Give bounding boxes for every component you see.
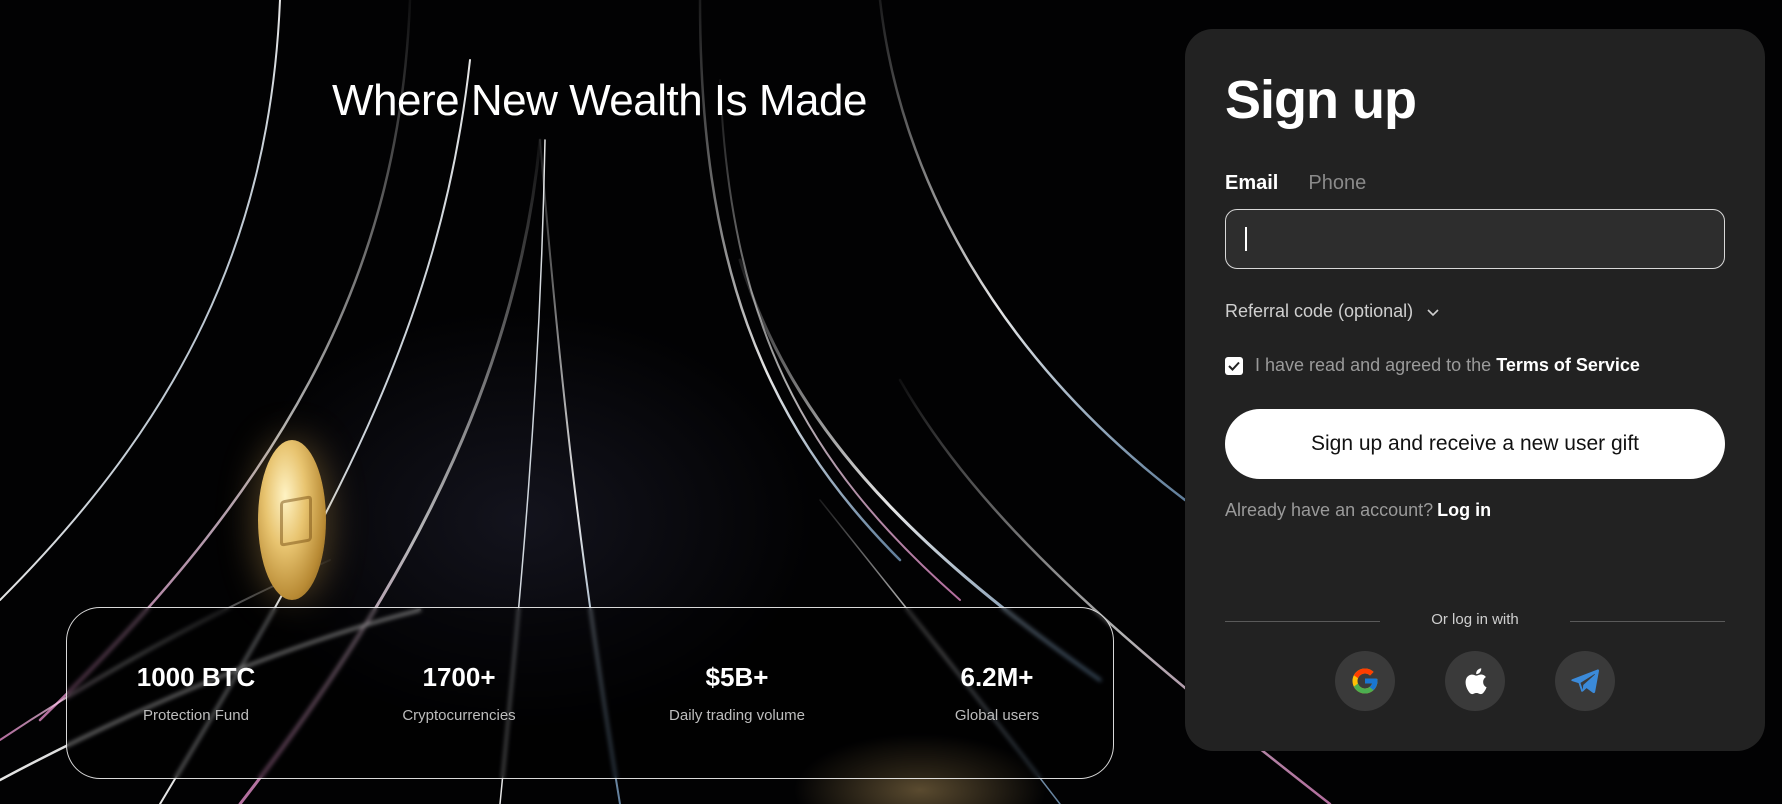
stat-label: Daily trading volume (669, 707, 805, 724)
stat-item: 6.2M+ Global users (897, 662, 1097, 724)
coin-illustration (258, 440, 326, 600)
apple-icon (1465, 668, 1487, 695)
hero-title: Where New Wealth Is Made (332, 76, 867, 125)
login-link[interactable]: Log in (1437, 500, 1491, 520)
text-cursor (1245, 227, 1247, 251)
stat-value: 6.2M+ (960, 662, 1034, 692)
stat-label: Global users (954, 707, 1040, 724)
stat-value: $5B+ (705, 662, 769, 692)
stats-card: 1000 BTC Protection Fund 1700+ Cryptocur… (66, 607, 1114, 779)
google-login-button[interactable] (1335, 651, 1395, 711)
stat-item: $5B+ Daily trading volume (637, 662, 837, 724)
terms-checkbox[interactable] (1225, 356, 1243, 375)
stat-value: 1000 BTC (136, 662, 256, 692)
stat-item: 1000 BTC Protection Fund (96, 662, 296, 724)
terms-agreement: I have read and agreed to the Terms of S… (1225, 355, 1640, 376)
telegram-icon (1571, 669, 1599, 694)
already-account-text: Already have an account? (1225, 500, 1434, 520)
terms-of-service-link[interactable]: Terms of Service (1496, 355, 1640, 375)
referral-code-label: Referral code (optional) (1225, 301, 1414, 321)
referral-code-toggle[interactable]: Referral code (optional) (1225, 301, 1439, 322)
tab-phone[interactable]: Phone (1308, 172, 1366, 195)
tab-email[interactable]: Email (1225, 172, 1278, 195)
email-input[interactable] (1225, 209, 1725, 269)
signup-panel: Sign up Email Phone Referral code (optio… (1185, 29, 1765, 751)
signup-title: Sign up (1225, 70, 1417, 130)
stat-label: Cryptocurrencies (402, 707, 516, 724)
apple-login-button[interactable] (1445, 651, 1505, 711)
agree-text: I have read and agreed to the (1255, 355, 1497, 375)
checkmark-icon (1228, 361, 1240, 371)
divider-right (1570, 621, 1725, 622)
google-icon (1352, 668, 1378, 694)
signup-method-tabs: Email Phone (1225, 172, 1366, 195)
stat-item: 1700+ Cryptocurrencies (359, 662, 559, 724)
chevron-down-icon (1427, 308, 1439, 316)
login-prompt: Already have an account? Log in (1225, 500, 1491, 521)
signup-submit-button[interactable]: Sign up and receive a new user gift (1225, 409, 1725, 479)
stat-label: Protection Fund (143, 707, 249, 724)
or-login-with-label: Or log in with (1431, 611, 1519, 628)
stat-value: 1700+ (422, 662, 496, 692)
telegram-login-button[interactable] (1555, 651, 1615, 711)
